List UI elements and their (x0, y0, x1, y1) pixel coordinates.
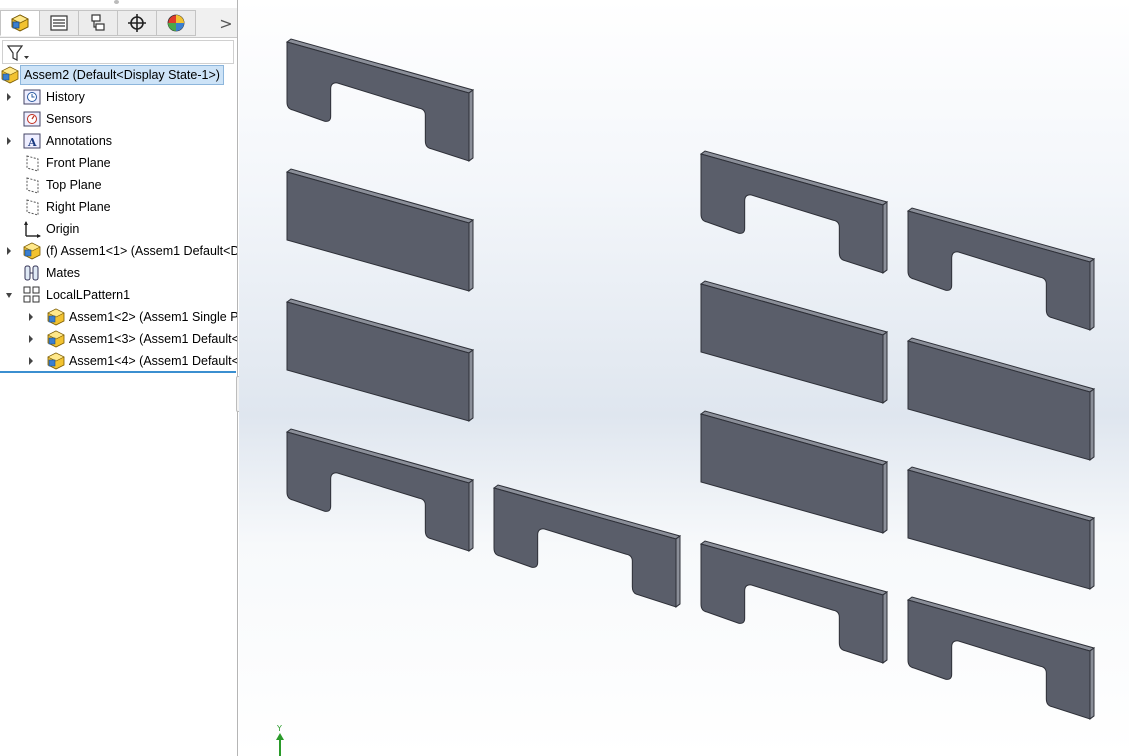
tree-item-label: Annotations (46, 134, 113, 148)
tree-item[interactable]: Sensors (0, 108, 237, 130)
panel-splitter[interactable] (0, 371, 236, 373)
blank-plate-part[interactable] (906, 466, 1096, 590)
blank-plate-part[interactable] (906, 337, 1096, 461)
tree-item[interactable]: Assem1<4> (Assem1 Default<D (0, 350, 238, 372)
panel-resize-dot[interactable] (114, 0, 119, 4)
tree-item-label: Origin (46, 222, 80, 236)
dimxpert-icon (128, 14, 146, 32)
manager-tabs: > (0, 8, 237, 38)
history-icon (23, 89, 41, 105)
tree-item[interactable]: A Annotations (0, 130, 237, 152)
assembly-scene[interactable] (239, 0, 1129, 756)
notched-plate-part[interactable] (492, 484, 682, 608)
expand-arrow-icon[interactable] (27, 356, 35, 366)
notched-plate-part[interactable] (285, 38, 475, 162)
collapse-arrow-icon[interactable] (5, 290, 13, 300)
tree-item[interactable]: History (0, 86, 237, 108)
plane-icon (26, 155, 39, 172)
notched-plate-part[interactable] (906, 207, 1096, 331)
tab-feature-manager[interactable] (0, 10, 40, 36)
assembly-icon (1, 66, 19, 84)
tree-item-label: Sensors (46, 112, 92, 126)
tree-item-label: (f) Assem1<1> (Assem1 Default<Dis (46, 244, 238, 258)
subassembly-icon (23, 242, 41, 260)
subassembly-icon (47, 308, 65, 326)
sensors-icon (23, 111, 41, 127)
tree-item-label: Front Plane (46, 156, 111, 170)
expand-arrow-icon[interactable] (5, 136, 13, 146)
tree-item[interactable]: (f) Assem1<1> (Assem1 Default<Dis (0, 240, 238, 262)
subassembly-icon (47, 330, 65, 348)
notched-plate-part[interactable] (699, 150, 889, 274)
blank-plate-part[interactable] (699, 410, 889, 534)
notched-plate-part[interactable] (699, 540, 889, 664)
tree-item[interactable]: Assem1<3> (Assem1 Default<D (0, 328, 238, 350)
mates-icon (24, 265, 39, 281)
property-manager-icon (50, 15, 68, 31)
tab-display-manager[interactable] (156, 10, 196, 36)
tree-item[interactable]: Top Plane (0, 174, 237, 196)
tree-item[interactable]: Right Plane (0, 196, 237, 218)
svg-text:A: A (27, 136, 37, 149)
tree-item[interactable]: LocalLPattern1 (0, 284, 237, 306)
filter-icon[interactable] (6, 44, 30, 62)
display-manager-icon (167, 14, 185, 32)
pattern-icon (23, 286, 40, 303)
expand-arrow-icon[interactable] (27, 334, 35, 344)
notched-plate-part[interactable] (906, 596, 1096, 720)
tab-scroll-right-button[interactable]: > (216, 10, 236, 36)
tree-item-label: LocalLPattern1 (46, 288, 131, 302)
annotations-icon: A (23, 133, 41, 149)
tree-item[interactable]: Origin (0, 218, 237, 240)
blank-plate-part[interactable] (285, 168, 475, 292)
blank-plate-part[interactable] (285, 298, 475, 422)
plane-icon (26, 199, 39, 216)
triad-y-label: Y (276, 724, 282, 733)
tree-item-label: Assem1<4> (Assem1 Default<D (69, 354, 238, 368)
feature-manager-icon (11, 14, 29, 32)
expand-arrow-icon[interactable] (5, 92, 13, 102)
graphics-area[interactable] (239, 0, 1129, 756)
tree-item[interactable]: Mates (0, 262, 237, 284)
tree-item-label: Assem2 (Default<Display State-1>) (20, 65, 224, 85)
feature-manager-panel: > Assem2 (Default<Display State-1>) Histo… (0, 0, 238, 756)
tree-root-assem2[interactable]: Assem2 (Default<Display State-1>) (0, 64, 237, 86)
tree-item-label: Right Plane (46, 200, 111, 214)
subassembly-icon (47, 352, 65, 370)
tree-item-label: Assem1<2> (Assem1 Single Par (69, 310, 238, 324)
tab-dimxpert-manager[interactable] (117, 10, 157, 36)
origin-icon (24, 221, 41, 238)
tree-filter-bar[interactable] (2, 40, 234, 64)
configuration-manager-icon (91, 14, 105, 31)
notched-plate-part[interactable] (285, 428, 475, 552)
expand-arrow-icon[interactable] (5, 246, 13, 256)
expand-arrow-icon[interactable] (27, 312, 35, 322)
tree-item-label: Assem1<3> (Assem1 Default<D (69, 332, 238, 346)
tree-item-label: Mates (46, 266, 81, 280)
tree-item-label: Top Plane (46, 178, 102, 192)
tree-item-label: History (46, 90, 85, 104)
reference-triad: Y (276, 724, 284, 756)
tree-item[interactable]: Front Plane (0, 152, 237, 174)
tab-property-manager[interactable] (39, 10, 79, 36)
tree-item[interactable]: Assem1<2> (Assem1 Single Par (0, 306, 238, 328)
tab-configuration-manager[interactable] (78, 10, 118, 36)
plane-icon (26, 177, 39, 194)
blank-plate-part[interactable] (699, 280, 889, 404)
